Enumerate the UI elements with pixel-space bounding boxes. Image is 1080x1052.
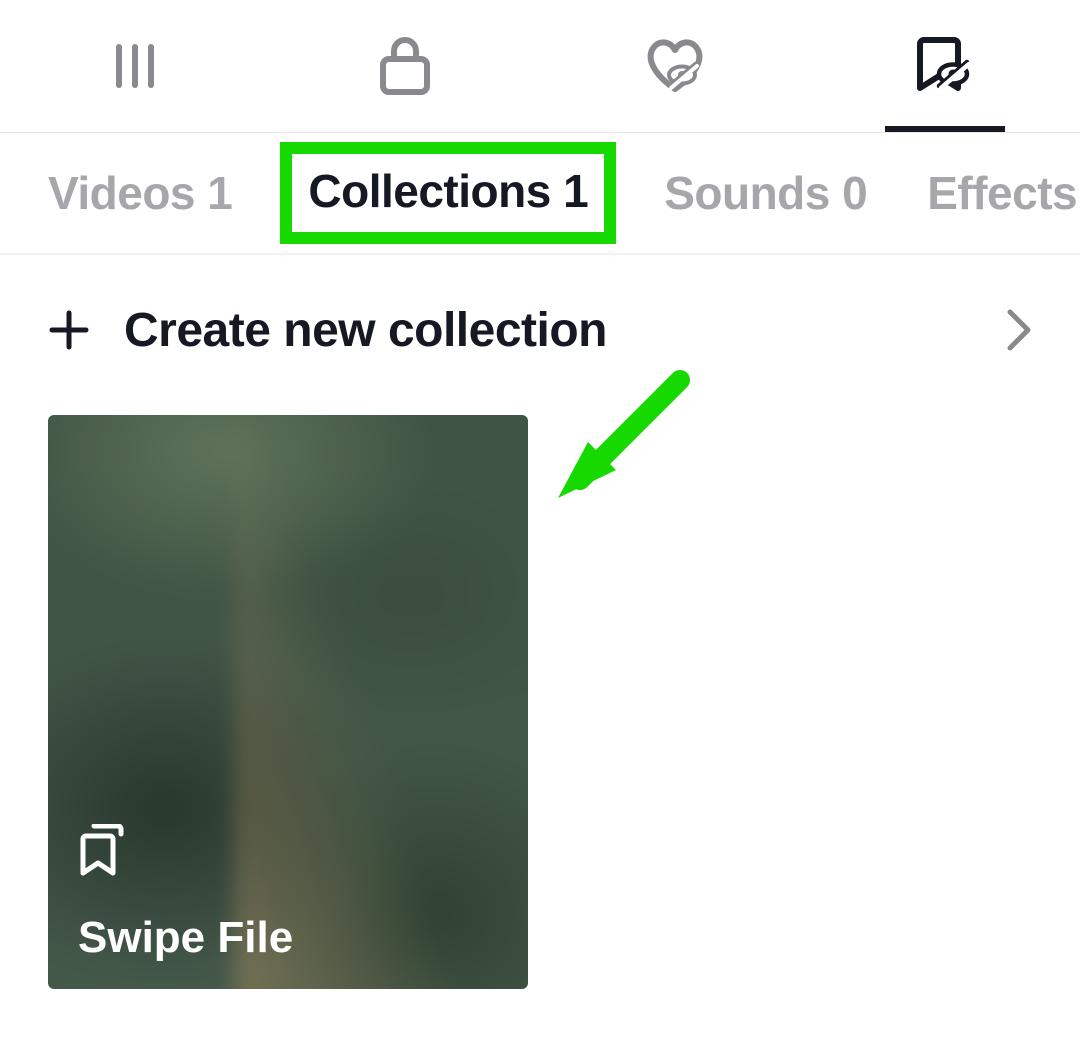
active-tab-underline [885,126,1005,132]
subtab-videos[interactable]: Videos 1 [48,156,232,230]
lock-icon [376,35,434,97]
bookmark-collection-icon [78,824,128,883]
tab-saved[interactable] [810,0,1080,132]
annotation-highlight-box: Collections 1 [280,142,616,244]
top-tab-bar [0,0,1080,133]
chevron-right-icon [1006,308,1032,352]
subtab-collections[interactable]: Collections 1 [308,155,588,227]
subtab-effects[interactable]: Effects 0 [927,156,1080,230]
bookmark-hidden-icon [912,35,978,97]
plus-icon [48,309,90,351]
collection-tile[interactable]: Swipe File [48,415,528,989]
create-new-collection-label: Create new collection [124,303,972,358]
grid-icon [110,41,160,91]
collection-tile-name: Swipe File [78,913,293,963]
subtab-sounds[interactable]: Sounds 0 [664,156,867,230]
heart-hidden-icon [642,37,708,95]
tab-private[interactable] [270,0,540,132]
collection-thumbnail-image [48,415,528,989]
create-new-collection-row[interactable]: Create new collection [0,255,1080,405]
tab-posts[interactable] [0,0,270,132]
saved-subtabs: Videos 1 Collections 1 Sounds 0 Effects … [0,133,1080,255]
tab-liked[interactable] [540,0,810,132]
